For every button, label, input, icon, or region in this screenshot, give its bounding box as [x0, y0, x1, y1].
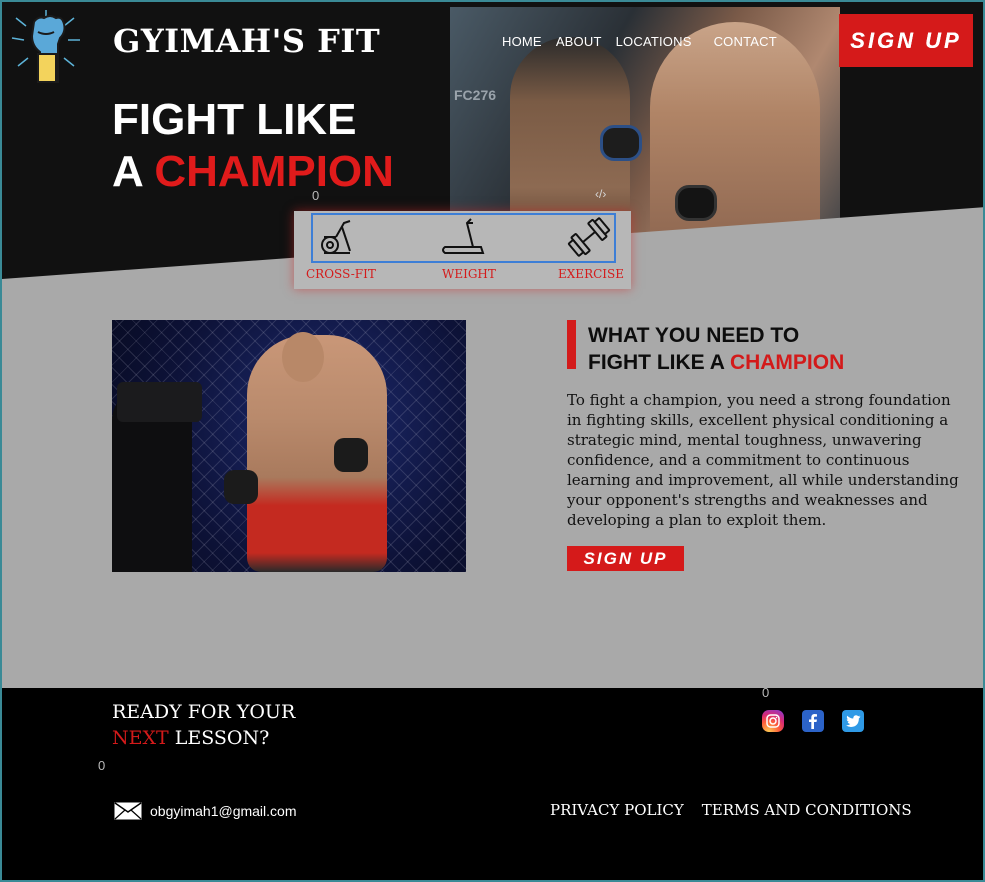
hero-headline: FIGHT LIKE A CHAMPION	[112, 94, 394, 198]
accent-bar	[567, 320, 576, 369]
glove	[224, 470, 258, 504]
glove	[675, 185, 717, 221]
about-signup-button[interactable]: SIGN UP	[567, 546, 684, 571]
instagram-icon[interactable]	[762, 710, 784, 732]
glove	[600, 125, 642, 161]
footer-cta-text: READY FOR YOUR NEXT LESSON?	[112, 699, 295, 751]
main-nav: HOME ABOUT LOCATIONS CONTACT	[502, 34, 777, 49]
about-title-line2-prefix: FIGHT LIKE A	[588, 351, 730, 374]
category-label-weight: WEIGHT	[442, 267, 496, 281]
brand-name[interactable]: GYIMAH'S FIT	[113, 22, 380, 60]
email-address: obgyimah1@gmail.com	[150, 803, 297, 819]
fighter-head	[282, 332, 324, 382]
placeholder-zero: 0	[762, 685, 770, 700]
ready-highlight: NEXT	[112, 727, 169, 749]
ready-line1: READY FOR YOUR	[112, 701, 296, 723]
raised-fist-logo-icon[interactable]	[8, 8, 84, 84]
treadmill-icon	[442, 218, 485, 254]
nav-locations[interactable]: LOCATIONS	[616, 34, 692, 49]
social-links	[762, 710, 864, 732]
nav-contact[interactable]: CONTACT	[714, 34, 777, 49]
envelope-icon	[114, 802, 142, 820]
headline-highlight: CHAMPION	[154, 147, 394, 196]
category-label-crossfit: CROSS-FIT	[306, 267, 376, 281]
fighter-photo	[112, 320, 466, 572]
category-crossfit[interactable]	[291, 215, 381, 257]
code-embed-icon[interactable]: ‹/›	[595, 187, 606, 201]
category-exercise[interactable]	[544, 215, 634, 259]
nav-home[interactable]: HOME	[502, 34, 542, 49]
header-signup-button[interactable]: SIGN UP	[839, 14, 973, 67]
ready-line2-rest: LESSON?	[168, 727, 270, 749]
placeholder-zero: 0	[312, 188, 320, 203]
headline-line1: FIGHT LIKE	[112, 95, 357, 144]
glove	[334, 438, 368, 472]
dumbbell-icon	[567, 217, 611, 257]
category-weight[interactable]	[418, 215, 508, 259]
placeholder-zero: 0	[98, 758, 106, 773]
legal-links: PRIVACY POLICY TERMS AND CONDITIONS	[550, 801, 912, 819]
about-title-line1: WHAT YOU NEED TO	[588, 324, 800, 347]
terms-link[interactable]: TERMS AND CONDITIONS	[702, 801, 912, 819]
category-label-exercise: EXERCISE	[558, 267, 624, 281]
about-title-highlight: CHAMPION	[729, 351, 845, 374]
signup-label: SIGN UP	[850, 27, 962, 53]
categories-card: CROSS-FIT WEIGHT EXERCISE	[294, 211, 631, 289]
headline-line2-prefix: A	[112, 147, 155, 196]
signup-label: SIGN UP	[583, 548, 668, 568]
camera	[117, 382, 202, 422]
page: FC276 ‹/› GYIMAH'S FIT HOME ABOUT LOCATI…	[0, 0, 985, 882]
facebook-icon[interactable]	[802, 710, 824, 732]
fighter-right	[650, 22, 820, 252]
about-body-text: To fight a champion, you need a strong f…	[567, 391, 959, 529]
about-title: WHAT YOU NEED TO FIGHT LIKE A CHAMPION	[588, 322, 844, 376]
twitter-icon[interactable]	[842, 710, 864, 732]
nav-about[interactable]: ABOUT	[556, 34, 602, 49]
exercise-bike-icon	[321, 220, 351, 254]
footer-email[interactable]: obgyimah1@gmail.com	[114, 802, 297, 820]
privacy-policy-link[interactable]: PRIVACY POLICY	[550, 801, 684, 819]
photo-tag: FC276	[454, 87, 497, 103]
